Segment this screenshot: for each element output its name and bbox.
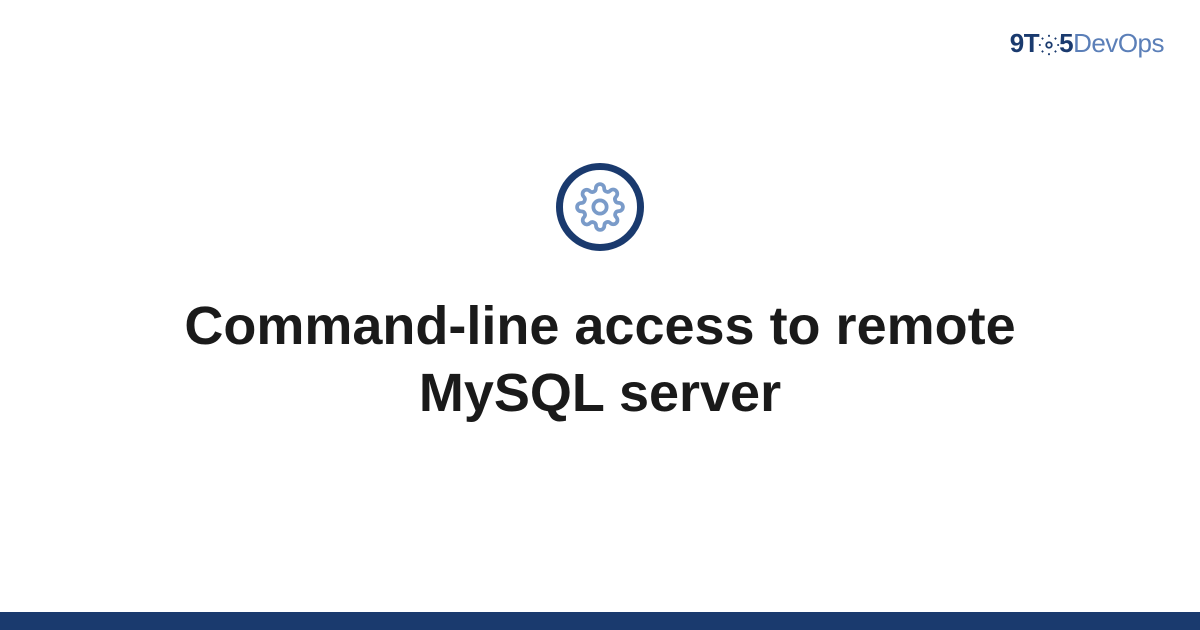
gear-icon <box>575 182 625 232</box>
page-title: Command-line access to remote MySQL serv… <box>100 293 1100 428</box>
footer-bar <box>0 612 1200 630</box>
main-content: Command-line access to remote MySQL serv… <box>0 0 1200 630</box>
gear-icon-circle <box>556 163 644 251</box>
